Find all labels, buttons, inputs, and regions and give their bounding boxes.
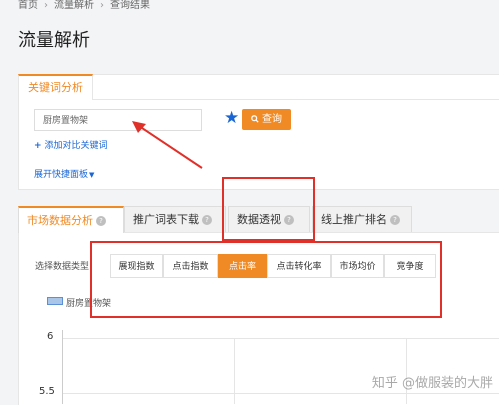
- legend-swatch: [47, 297, 63, 305]
- y-axis: [62, 330, 63, 404]
- page-title: 流量解析: [18, 30, 90, 51]
- breadcrumb-current: 查询结果: [110, 0, 150, 11]
- annotation-box: [222, 177, 315, 241]
- tab-online-ranking[interactable]: 线上推广排名?: [312, 206, 412, 232]
- add-compare-keyword-link[interactable]: + 添加对比关键词: [34, 138, 108, 151]
- gridline: [63, 338, 499, 339]
- query-button[interactable]: 查询: [242, 109, 291, 130]
- search-icon: [251, 115, 259, 123]
- y-tick-label: 6: [47, 331, 54, 342]
- expand-panel-link[interactable]: 展开快捷面板▼: [34, 167, 94, 180]
- tab-label: 市场数据分析: [27, 214, 93, 227]
- tab-market-data[interactable]: 市场数据分析?: [18, 206, 124, 233]
- caret-down-icon: ▼: [89, 171, 95, 179]
- star-icon[interactable]: ★: [224, 108, 239, 128]
- tab-keyword-download[interactable]: 推广词表下载?: [124, 206, 226, 232]
- add-compare-keyword-label: 添加对比关键词: [44, 141, 108, 151]
- gridline: [234, 338, 235, 404]
- plus-icon: +: [34, 141, 42, 151]
- expand-panel-label: 展开快捷面板: [34, 170, 89, 180]
- tab-label: 线上推广排名: [321, 213, 387, 226]
- annotation-arrow: [132, 121, 203, 169]
- gridline: [63, 393, 499, 394]
- tab-keyword-analysis[interactable]: 关键词分析: [18, 74, 93, 100]
- chevron-right-icon: ›: [100, 0, 104, 11]
- question-icon[interactable]: ?: [96, 216, 106, 226]
- breadcrumb-home[interactable]: 首页: [18, 0, 38, 11]
- annotation-box: [90, 241, 442, 318]
- question-icon[interactable]: ?: [202, 215, 212, 225]
- tab-label: 推广词表下载: [133, 213, 199, 226]
- data-type-label: 选择数据类型：: [35, 262, 99, 272]
- chevron-right-icon: ›: [44, 0, 48, 11]
- breadcrumb-traffic[interactable]: 流量解析: [54, 0, 94, 11]
- y-tick-label: 5.5: [39, 386, 55, 397]
- watermark: 知乎 @做服装的大胖: [371, 376, 493, 391]
- query-button-label: 查询: [262, 114, 282, 125]
- question-icon[interactable]: ?: [390, 215, 400, 225]
- gridline: [406, 338, 407, 404]
- breadcrumb: 首页 › 流量解析 › 查询结果: [18, 0, 150, 11]
